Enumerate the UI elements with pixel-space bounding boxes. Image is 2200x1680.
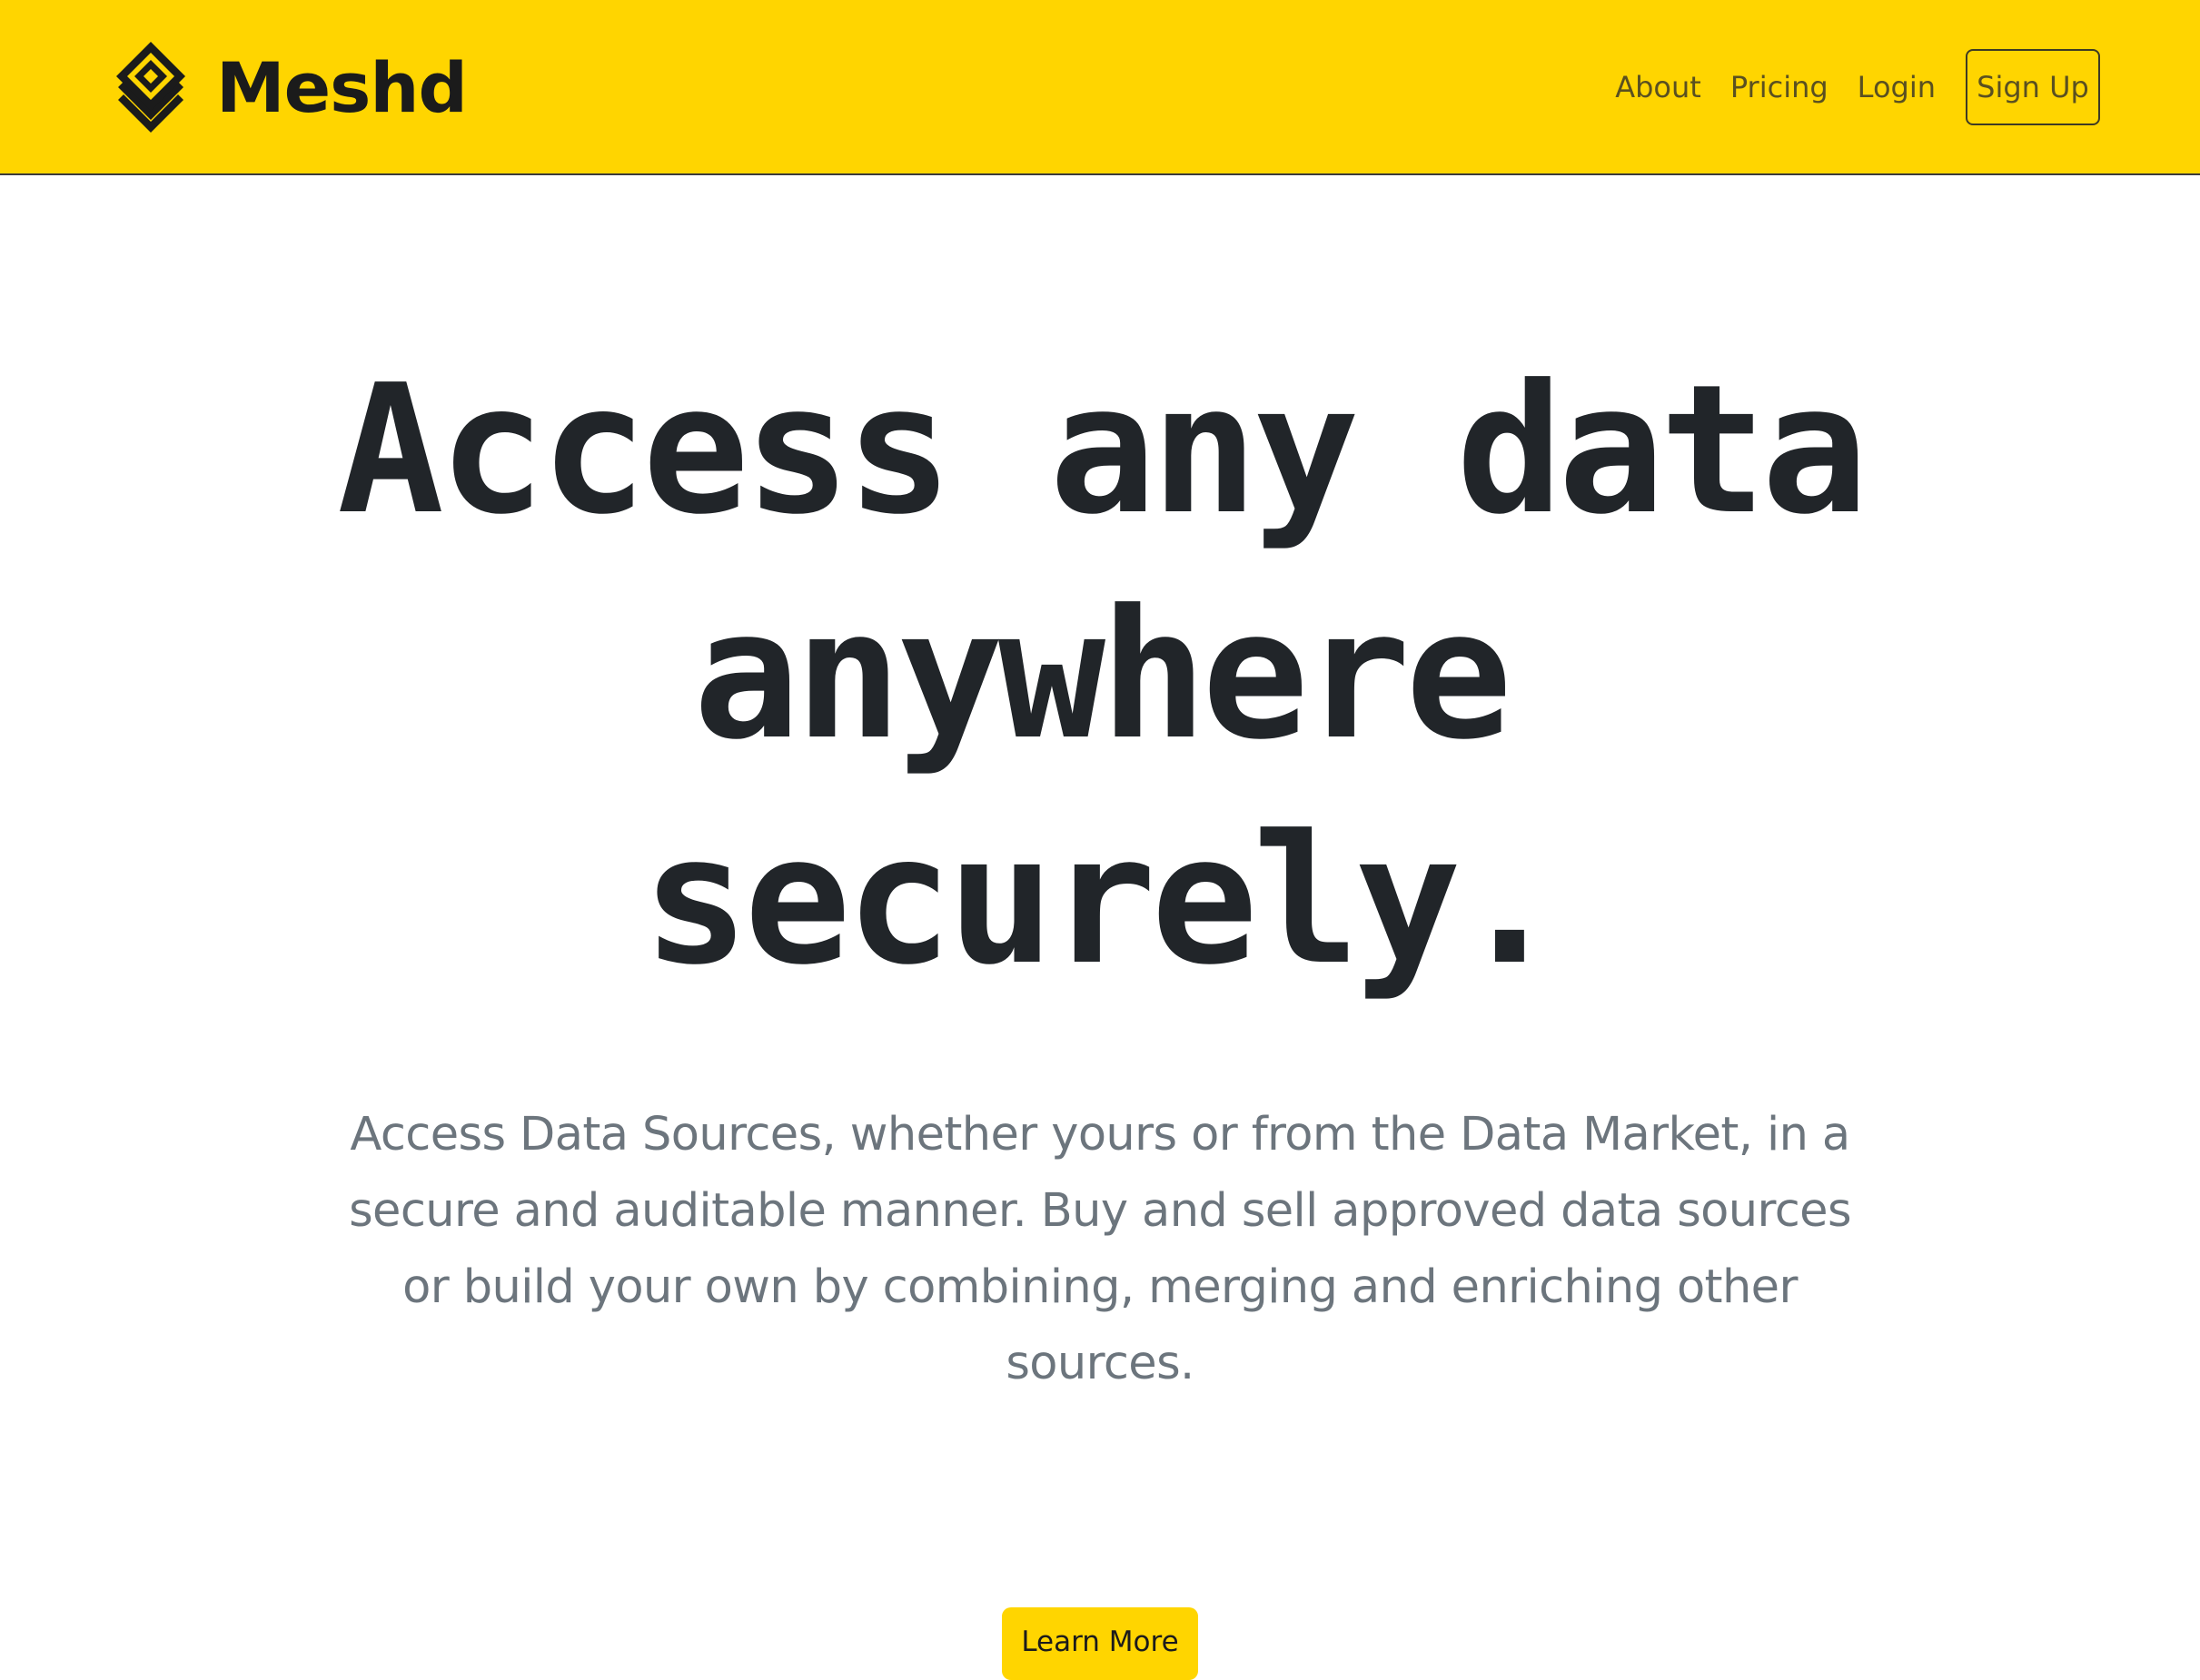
learn-more-button[interactable]: Learn More	[1002, 1607, 1198, 1680]
nav-link-about[interactable]: About	[1615, 73, 1701, 102]
hero-description: Access Data Sources, whether yours or fr…	[349, 1108, 1851, 1390]
hero-title-line-1: Access any data	[336, 347, 1868, 554]
hero-title: Access any data anywhere securely.	[282, 338, 1918, 1013]
layered-diamond-logo-icon	[116, 42, 185, 133]
top-navbar: Meshd About Pricing Login Sign Up	[0, 0, 2200, 175]
nav-link-login[interactable]: Login	[1858, 73, 1936, 102]
hero-title-line-2: anywhere	[692, 572, 1512, 779]
nav-links: About Pricing Login Sign Up	[1615, 49, 2100, 125]
brand-name: Meshd	[216, 47, 468, 128]
brand-home-link[interactable]: Meshd	[113, 38, 468, 138]
sign-up-button[interactable]: Sign Up	[1966, 49, 2100, 125]
nav-link-pricing[interactable]: Pricing	[1730, 73, 1828, 102]
hero-title-line-3: securely.	[641, 797, 1563, 1004]
